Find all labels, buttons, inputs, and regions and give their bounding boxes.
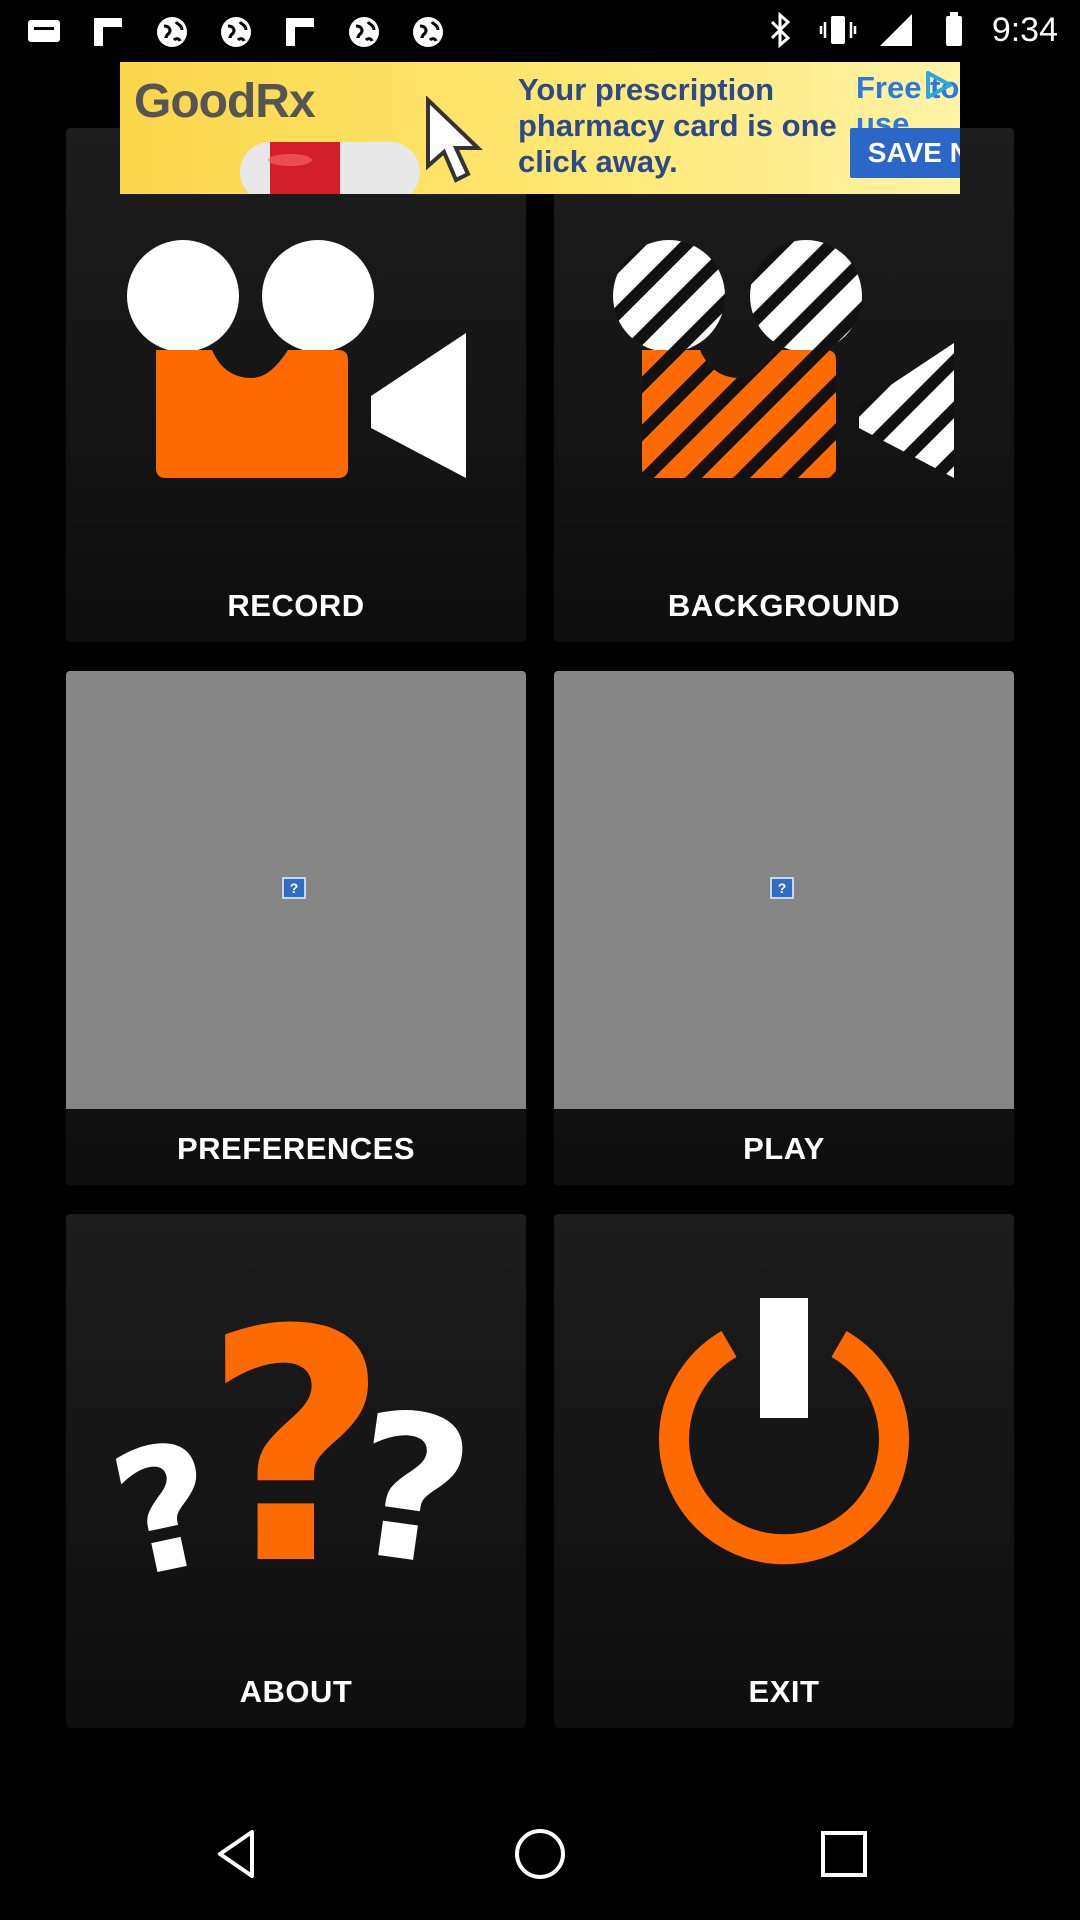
bluetooth-icon — [770, 11, 791, 49]
system-icons: 9:34 — [760, 10, 1058, 50]
preferences-label: PREFERENCES — [176, 1131, 416, 1166]
broken-image-icon: ? — [282, 877, 306, 899]
play-tile[interactable]: ? PLAY — [554, 671, 1014, 1185]
signal-icon — [879, 14, 912, 46]
flipboard-icon — [94, 18, 122, 46]
flipboard-icon — [286, 18, 314, 46]
preferences-image-placeholder: ? — [66, 671, 526, 1109]
message-icon — [28, 20, 60, 42]
record-label: RECORD — [227, 588, 365, 623]
background-tile[interactable]: BACKGROUND — [554, 128, 1014, 642]
pill-image — [240, 142, 420, 194]
vibrate-icon — [819, 16, 857, 44]
broken-image-icon: ? — [770, 877, 794, 899]
back-icon[interactable] — [208, 1824, 268, 1884]
ad-headline: Your prescription pharmacy card is one c… — [518, 72, 837, 179]
recents-icon[interactable] — [814, 1824, 874, 1884]
notification-icons — [24, 12, 448, 52]
navigation-bar — [0, 1784, 1080, 1920]
globe-icon — [221, 17, 251, 47]
save-now-button[interactable]: SAVE NOW — [850, 128, 960, 178]
cursor-icon — [426, 96, 483, 183]
battery-icon — [945, 12, 962, 46]
record-tile[interactable]: RECORD — [66, 128, 526, 642]
ad-banner[interactable]: GoodRx Your prescription pharmacy card i… — [120, 62, 960, 194]
home-icon[interactable] — [510, 1824, 570, 1884]
about-label: ABOUT — [239, 1674, 353, 1709]
ad-choices-icon[interactable] — [920, 68, 954, 102]
about-tile[interactable]: ? ? ? ABOUT — [66, 1214, 526, 1728]
clock: 9:34 — [991, 11, 1058, 49]
globe-icon — [413, 17, 443, 47]
status-bar: 9:34 — [0, 0, 1080, 62]
question-marks-icon: ? ? ? — [97, 1263, 486, 1614]
ad-logo: GoodRx — [134, 75, 316, 128]
globe-icon — [349, 17, 379, 47]
background-label: BACKGROUND — [667, 588, 901, 623]
power-icon — [659, 1298, 909, 1565]
play-label: PLAY — [743, 1131, 825, 1166]
play-image-placeholder: ? — [554, 671, 1014, 1109]
exit-tile[interactable]: EXIT — [554, 1214, 1014, 1728]
exit-label: EXIT — [748, 1674, 820, 1709]
globe-icon — [157, 17, 187, 47]
preferences-tile[interactable]: ? PREFERENCES — [66, 671, 526, 1185]
